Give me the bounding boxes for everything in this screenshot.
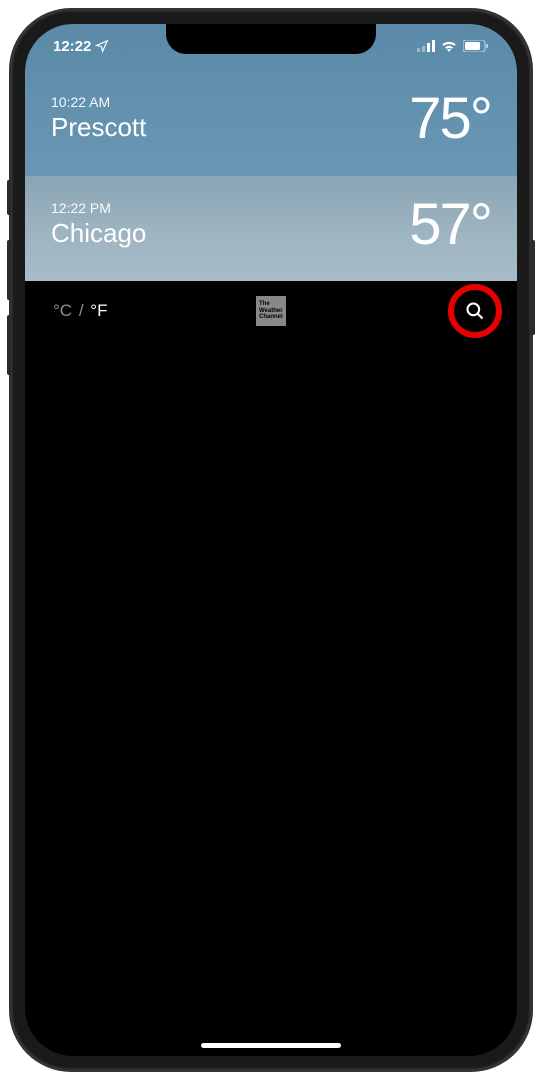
- status-right: [417, 40, 489, 52]
- celsius-label: °C: [53, 301, 72, 320]
- location-row[interactable]: 12:22 PM Chicago 57°: [25, 176, 517, 281]
- location-arrow-icon: [95, 39, 109, 53]
- screen: 12:22: [25, 24, 517, 1056]
- location-name: Chicago: [51, 218, 146, 249]
- home-indicator[interactable]: [201, 1043, 341, 1048]
- location-temperature: 75°: [409, 85, 491, 152]
- search-button[interactable]: [461, 297, 489, 325]
- search-icon: [465, 301, 485, 321]
- status-time: 12:22: [53, 38, 91, 55]
- footer-bar: °C / °F The Weather Channel: [25, 281, 517, 341]
- battery-icon: [463, 40, 489, 52]
- weather-channel-logo[interactable]: The Weather Channel: [256, 296, 286, 326]
- location-time: 12:22 PM: [51, 200, 146, 216]
- fahrenheit-label: °F: [90, 301, 107, 320]
- temp-divider: /: [79, 301, 84, 320]
- location-info: 12:22 PM Chicago: [51, 200, 146, 249]
- location-info: 10:22 AM Prescott: [51, 94, 146, 143]
- status-left: 12:22: [53, 38, 109, 55]
- notch: [166, 24, 376, 54]
- cellular-signal-icon: [417, 40, 435, 52]
- location-name: Prescott: [51, 112, 146, 143]
- temperature-unit-toggle[interactable]: °C / °F: [53, 301, 107, 321]
- location-time: 10:22 AM: [51, 94, 146, 110]
- location-temperature: 57°: [409, 191, 491, 258]
- wifi-icon: [441, 40, 457, 52]
- phone-frame: 12:22: [11, 10, 531, 1070]
